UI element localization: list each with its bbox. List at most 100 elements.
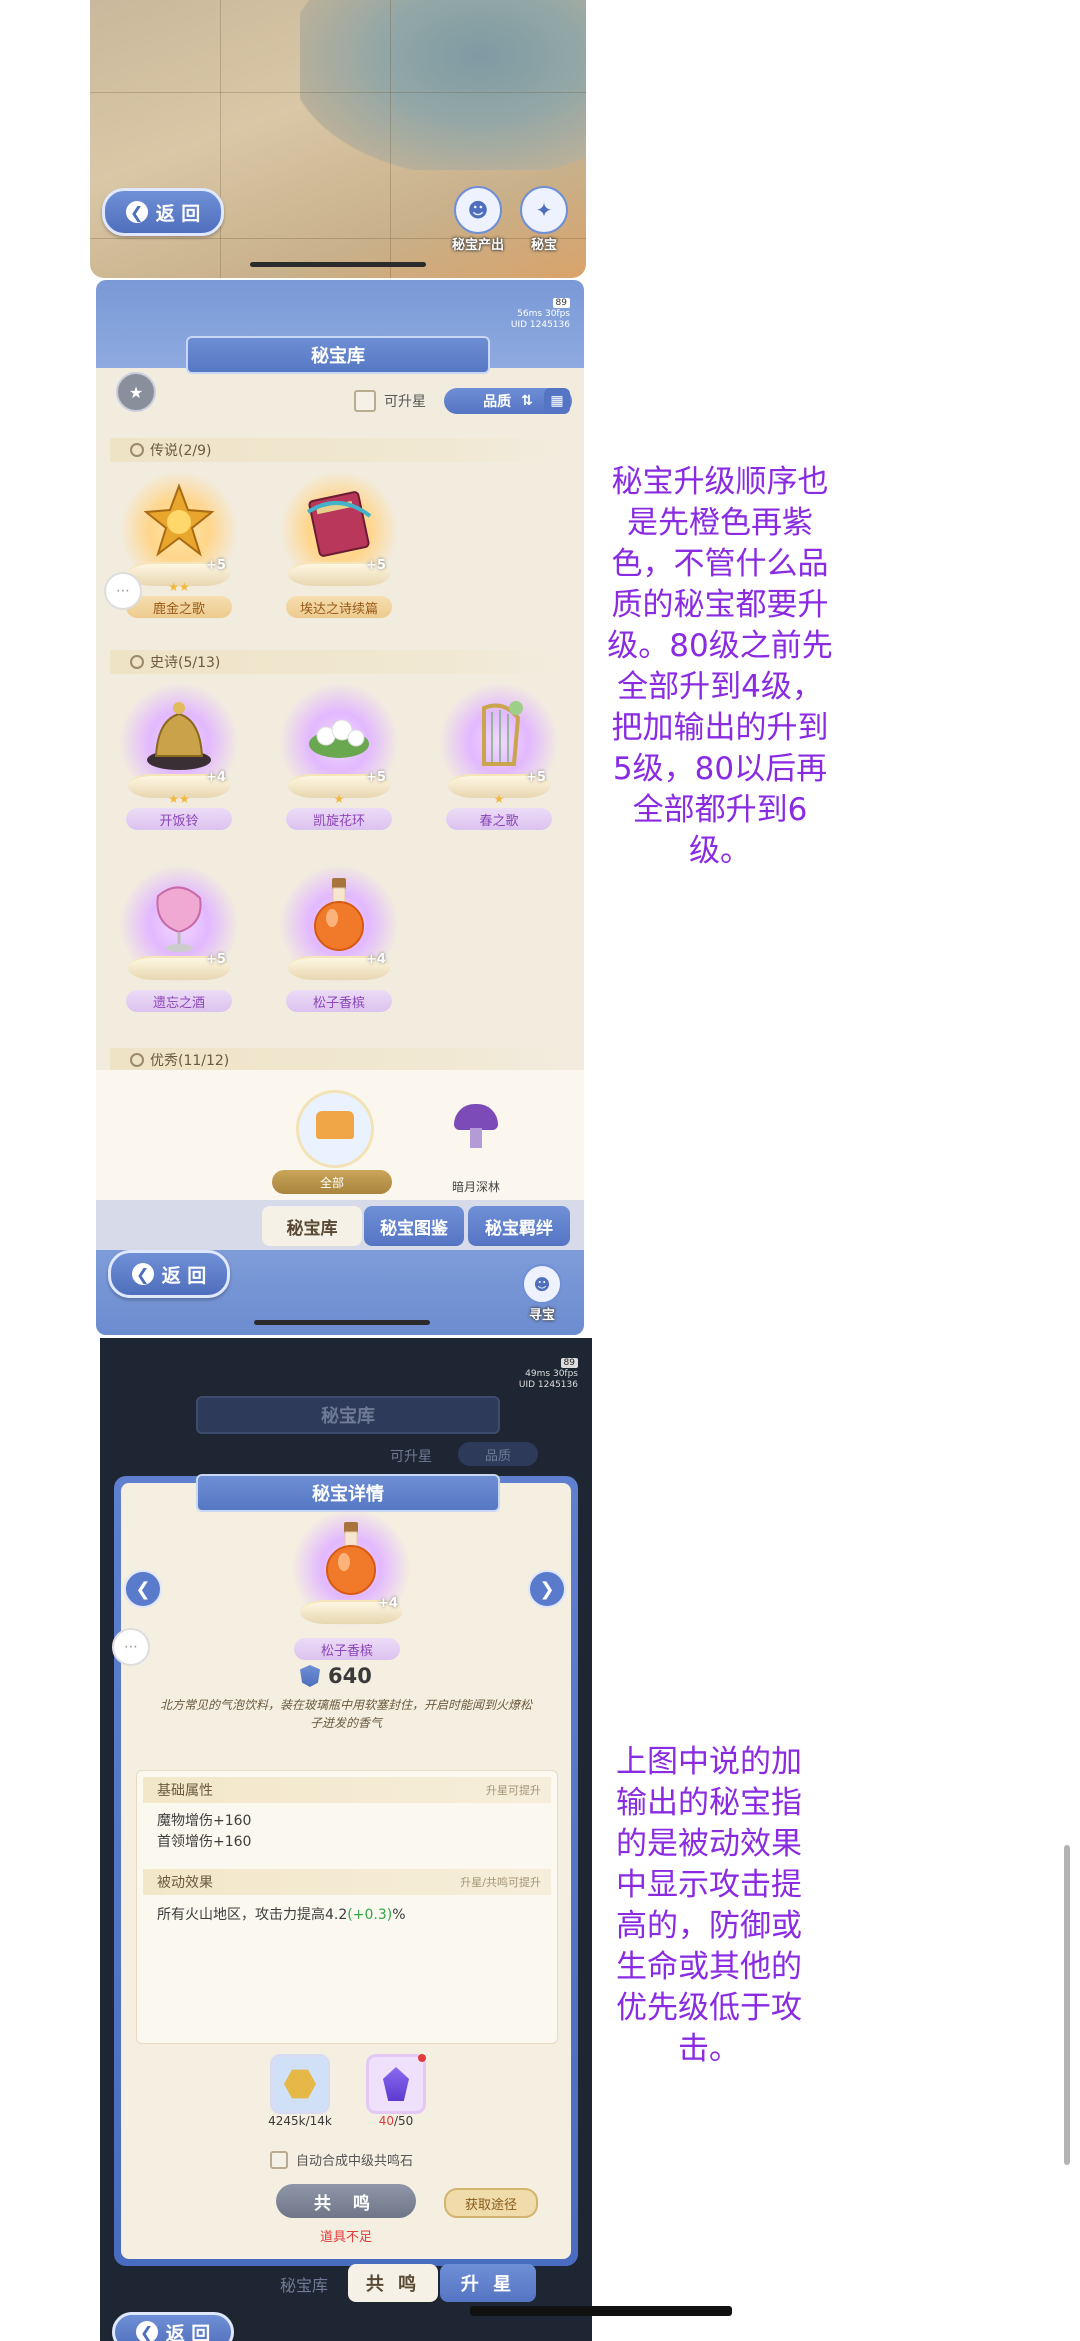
purple-crystal-icon: [366, 2054, 426, 2114]
item-name: 凯旋花环: [286, 808, 392, 830]
chat-bubble-icon[interactable]: ⋯: [112, 1628, 150, 1666]
attribute-line: 魔物增伤+160: [157, 1813, 252, 1829]
item-name: 埃达之诗续篇: [286, 596, 392, 618]
section-epic: 史诗(5/13): [110, 650, 570, 674]
back-label: 返 回: [161, 1264, 207, 1287]
dialog-title: 秘宝详情: [196, 1474, 500, 1512]
status-info: 89 56ms 30fps UID 1245136: [474, 298, 570, 331]
page-title: 秘宝库: [186, 336, 490, 374]
region-all[interactable]: 全部: [272, 1090, 392, 1200]
item-level: +4: [366, 952, 386, 967]
item-card[interactable]: +4 松子香槟: [274, 864, 404, 1024]
upgradable-label: 可升星: [384, 394, 426, 410]
map-grid-line: [90, 238, 586, 239]
red-dot-badge: [418, 2054, 426, 2062]
previous-item-button[interactable]: ❮: [124, 1570, 162, 1608]
home-indicator: [470, 2306, 732, 2316]
back-button[interactable]: ❮ 返 回: [108, 1250, 230, 1298]
next-item-button[interactable]: ❯: [528, 1570, 566, 1608]
attribute-line: 首领增伤+160: [157, 1834, 252, 1850]
material-have: 4245k: [268, 2114, 306, 2128]
back-button[interactable]: ❮ 返 回: [102, 188, 224, 236]
item-card[interactable]: +5 遗忘之酒: [114, 864, 244, 1024]
treasure-output-icon: ☻: [454, 186, 502, 234]
upgradable-filter[interactable]: 可升星: [354, 390, 426, 412]
note-output-explain: 上图中说的加输出的秘宝指的是被动效果中显示攻击提高的，防御或生命或其他的优先级低…: [616, 1744, 802, 2067]
section-excellent-label: 优秀(11/12): [150, 1053, 230, 1069]
battery-indicator: 89: [552, 298, 570, 308]
note-upgrade-order: 秘宝升级顺序也是先橙色再紫色，不管什么品质的秘宝都要升级。80级之前先全部升到4…: [607, 464, 833, 869]
sort-order-button[interactable]: ▦: [544, 388, 570, 414]
uid: UID 1245136: [518, 1380, 578, 1390]
ping: 56ms: [517, 309, 543, 319]
battery-indicator: 89: [560, 1358, 578, 1368]
get-way-button[interactable]: 获取途径: [444, 2188, 538, 2218]
item-level: +5: [206, 952, 226, 967]
section-excellent: 优秀(11/12): [110, 1048, 570, 1072]
status-info: 89 49ms 30fps UID 1245136: [478, 1358, 578, 1391]
item-stars: ★★: [168, 792, 190, 806]
map-sea: [300, 0, 586, 170]
treasure-output-label: 秘宝产出: [451, 238, 504, 253]
auto-merge-checkbox[interactable]: [270, 2150, 288, 2169]
background-upgradable-label: 可升星: [390, 1449, 432, 1465]
region-dark-moon-forest[interactable]: 暗月深林: [426, 1098, 526, 1198]
collection-icon[interactable]: ★: [116, 372, 156, 412]
pine-nut-champagne-icon: [314, 878, 364, 951]
mushroom-icon: [448, 1098, 504, 1154]
material-slot[interactable]: 40/50: [356, 2054, 436, 2128]
material-slot[interactable]: 4245k/14k: [260, 2054, 340, 2128]
resonate-button[interactable]: 共 鸣: [276, 2184, 416, 2218]
item-level: +4: [378, 1596, 398, 1611]
treasure-output-button[interactable]: ☻ 秘宝产出: [446, 186, 510, 253]
background-quality-label: 品质: [458, 1442, 538, 1466]
item-level: +5: [526, 770, 546, 785]
back-label: 返 回: [155, 202, 201, 225]
item-card[interactable]: ★ +5 凯旋花环: [274, 682, 404, 842]
passive-effect-label: 被动效果: [157, 1875, 213, 1891]
seek-treasure-button[interactable]: ☻ 寻宝: [514, 1264, 570, 1323]
item-card[interactable]: ★★ +4 开饭铃: [114, 682, 244, 842]
map-screen: ❮ 返 回 ☻ 秘宝产出 ✦ 秘宝: [90, 0, 586, 278]
chat-bubble-icon[interactable]: ⋯: [104, 572, 142, 610]
back-button[interactable]: ❮ 返 回: [112, 2312, 234, 2341]
item-card[interactable]: +5 埃达之诗续篇: [274, 470, 404, 630]
item-card[interactable]: ★ +5 春之歌: [434, 682, 564, 842]
item-name: 松子香槟: [286, 990, 392, 1012]
background-title: 秘宝库: [196, 1396, 500, 1434]
item-level: +5: [366, 770, 386, 785]
power-display: 640: [300, 1664, 372, 1688]
section-icon: [130, 655, 144, 669]
page-scrollbar[interactable]: [1064, 1845, 1070, 2165]
tab-treasure-bond[interactable]: 秘宝羁绊: [468, 1206, 570, 1246]
tab-treasury[interactable]: 秘宝库: [262, 1206, 362, 1246]
material-need: /14k: [305, 2114, 332, 2128]
section-epic-label: 史诗(5/13): [150, 655, 221, 671]
gold-coin-icon: [270, 2054, 330, 2114]
passive-effect-bonus: (+0.3): [347, 1907, 393, 1923]
auto-merge-label: 自动合成中级共鸣石: [296, 2154, 414, 2169]
bottom-resonate-button[interactable]: 共 鸣: [348, 2264, 438, 2302]
item-name: 春之歌: [446, 808, 552, 830]
item-stars: ★★: [168, 580, 190, 594]
bottom-star-up-button[interactable]: 升 星: [440, 2264, 536, 2302]
treasure-detail-screen: 89 49ms 30fps UID 1245136 秘宝库 可升星 品质 秘宝详…: [100, 1338, 592, 2341]
upgradable-checkbox[interactable]: [354, 390, 376, 412]
poem-book-icon: [306, 491, 372, 557]
material-need: /50: [393, 2114, 414, 2128]
treasury-screen: 89 56ms 30fps UID 1245136 秘宝库 ★ 可升星 品质 ⇅…: [96, 280, 584, 1335]
auto-merge-option[interactable]: 自动合成中级共鸣石: [270, 2150, 413, 2169]
quality-label: 品质: [483, 394, 512, 410]
map-grid-line: [220, 0, 221, 278]
section-icon: [130, 443, 144, 457]
treasure-button[interactable]: ✦ 秘宝: [514, 186, 574, 253]
section-legend-label: 传说(2/9): [150, 443, 212, 459]
fps: 30fps: [544, 309, 570, 319]
victory-wreath-icon: [309, 719, 369, 758]
region-dark-moon-label: 暗月深林: [451, 1180, 500, 1194]
material-count: 40/50: [356, 2114, 436, 2128]
tab-treasure-atlas[interactable]: 秘宝图鉴: [364, 1206, 464, 1246]
dinner-bell-icon: [147, 702, 211, 770]
section-icon: [130, 1053, 144, 1067]
shield-icon: [300, 1665, 320, 1687]
